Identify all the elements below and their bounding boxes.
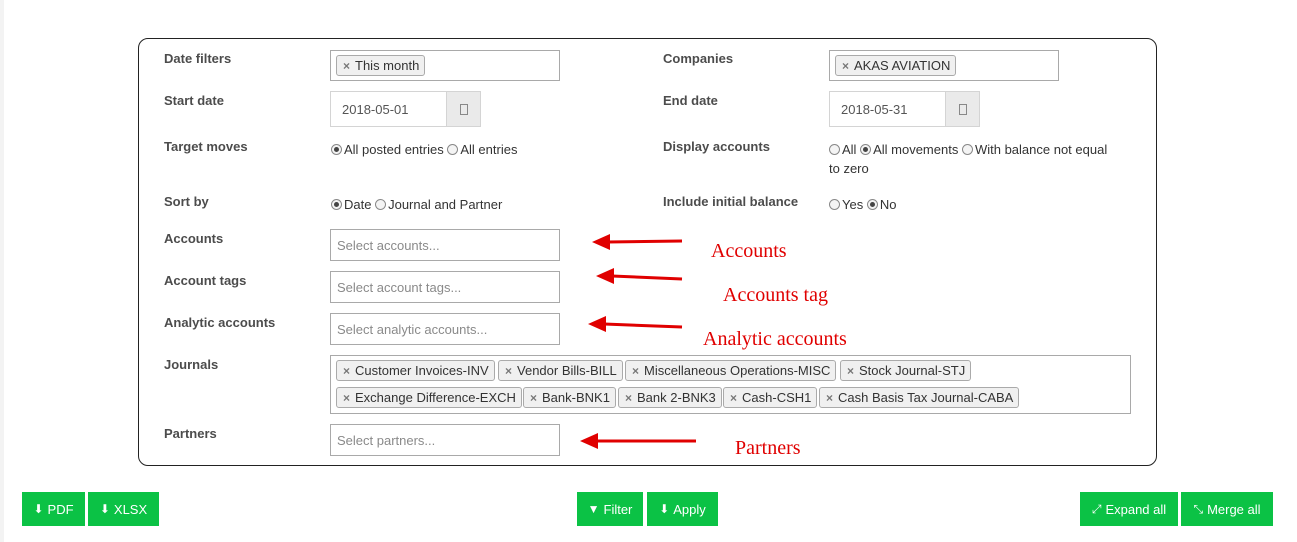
calendar-button[interactable] — [945, 92, 979, 126]
remove-tag-icon[interactable]: × — [505, 364, 512, 378]
radio-balance-not-zero[interactable] — [961, 144, 973, 155]
calendar-button[interactable] — [446, 92, 480, 126]
target-moves-group: All posted entries All entries — [331, 142, 517, 157]
radio-all-entries[interactable] — [447, 144, 459, 155]
remove-tag-icon[interactable]: × — [343, 59, 350, 73]
partners-label: Partners — [164, 426, 217, 441]
remove-tag-icon[interactable]: × — [625, 391, 632, 405]
partners-select[interactable]: Select partners... — [330, 424, 560, 456]
pdf-button[interactable]: ⬇ PDF — [22, 492, 85, 526]
annotation-arrow-accounts — [592, 234, 683, 250]
companies-select[interactable]: × AKAS AVIATION — [829, 50, 1059, 81]
journal-tag[interactable]: × Bank-BNK1 — [523, 387, 616, 408]
apply-button[interactable]: ⬇ Apply — [647, 492, 718, 526]
journal-tag[interactable]: × Exchange Difference-EXCH — [336, 387, 522, 408]
date-filter-tag[interactable]: × This month — [336, 55, 426, 76]
filter-icon: ▼ — [587, 502, 600, 516]
remove-tag-icon[interactable]: × — [826, 391, 833, 405]
companies-label: Companies — [663, 51, 734, 66]
sort-by-label: Sort by — [164, 194, 209, 209]
remove-tag-icon[interactable]: × — [842, 59, 849, 73]
initial-balance-group: Yes No — [829, 197, 896, 212]
annotation-arrow-account-tags — [596, 268, 683, 284]
accounts-label: Accounts — [164, 231, 224, 246]
merge-all-button[interactable]: ⤡ Merge all — [1181, 492, 1273, 526]
journal-tag[interactable]: × Miscellaneous Operations-MISC — [625, 360, 837, 381]
journal-tag[interactable]: × Vendor Bills-BILL — [498, 360, 623, 381]
journals-select[interactable]: × Customer Invoices-INV × Vendor Bills-BIL… — [330, 355, 1131, 414]
end-date-input[interactable]: 2018-05-31 — [829, 91, 980, 127]
remove-tag-icon[interactable]: × — [730, 391, 737, 405]
display-accounts-group: All All movements With balance not equal — [829, 142, 1107, 157]
journal-tag[interactable]: × Bank 2-BNK3 — [618, 387, 722, 408]
company-tag[interactable]: × AKAS AVIATION — [835, 55, 957, 76]
journal-tag[interactable]: × Stock Journal-STJ — [840, 360, 972, 381]
expand-icon: ⤢ — [1091, 501, 1102, 516]
remove-tag-icon[interactable]: × — [632, 364, 639, 378]
annotation-accounts: Accounts — [711, 240, 787, 262]
end-date-label: End date — [663, 93, 718, 108]
remove-tag-icon[interactable]: × — [343, 391, 350, 405]
annotation-arrow-analytic-accounts — [588, 316, 683, 332]
target-moves-label: Target moves — [164, 139, 248, 154]
filter-button[interactable]: ▼ Filter — [577, 492, 643, 526]
compress-icon: ⤡ — [1193, 501, 1204, 516]
radio-yes[interactable] — [829, 199, 840, 210]
date-filters-label: Date filters — [164, 51, 232, 66]
radio-all-posted[interactable] — [331, 144, 342, 155]
download-icon: ⬇ — [99, 502, 110, 516]
expand-all-button[interactable]: ⤢ Expand all — [1080, 492, 1178, 526]
remove-tag-icon[interactable]: × — [530, 391, 537, 405]
radio-date[interactable] — [331, 199, 342, 210]
account-tags-placeholder: Select account tags... — [337, 280, 462, 295]
annotation-account-tags: Accounts tag — [723, 284, 828, 306]
page-edge — [0, 0, 4, 542]
analytic-accounts-label: Analytic accounts — [164, 315, 276, 330]
analytic-accounts-select[interactable]: Select analytic accounts... — [330, 313, 560, 345]
journal-tag[interactable]: × Cash-CSH1 — [723, 387, 818, 408]
radio-journal-partner[interactable] — [375, 199, 387, 210]
annotation-analytic-accounts: Analytic accounts — [703, 328, 847, 350]
analytic-accounts-placeholder: Select analytic accounts... — [337, 322, 488, 337]
accounts-select[interactable]: Select accounts... — [330, 229, 560, 261]
remove-tag-icon[interactable]: × — [847, 364, 854, 378]
accounts-placeholder: Select accounts... — [337, 238, 440, 253]
radio-all-movements[interactable] — [860, 144, 872, 155]
initial-balance-label: Include initial balance — [663, 194, 799, 209]
journal-tag[interactable]: × Customer Invoices-INV — [336, 360, 495, 381]
display-accounts-label: Display accounts — [663, 139, 770, 154]
sort-by-group: Date Journal and Partner — [331, 197, 502, 212]
start-date-input[interactable]: 2018-05-01 — [330, 91, 481, 127]
account-tags-label: Account tags — [164, 273, 247, 288]
download-icon: ⬇ — [33, 502, 44, 516]
radio-no[interactable] — [866, 199, 878, 210]
display-accounts-wrap: to zero — [829, 161, 869, 176]
journals-label: Journals — [164, 357, 219, 372]
account-tags-select[interactable]: Select account tags... — [330, 271, 560, 303]
calendar-icon — [959, 104, 967, 115]
start-date-label: Start date — [164, 93, 224, 108]
radio-all[interactable] — [829, 144, 840, 155]
date-filters-select[interactable]: × This month — [330, 50, 560, 81]
journal-tag[interactable]: × Cash Basis Tax Journal-CABA — [819, 387, 1020, 408]
calendar-icon — [460, 104, 468, 115]
arrow-down-icon: ⬇ — [659, 502, 670, 516]
annotation-partners: Partners — [735, 437, 801, 459]
xlsx-button[interactable]: ⬇ XLSX — [88, 492, 159, 526]
partners-placeholder: Select partners... — [337, 433, 436, 448]
remove-tag-icon[interactable]: × — [343, 364, 350, 378]
annotation-arrow-partners — [580, 433, 696, 449]
